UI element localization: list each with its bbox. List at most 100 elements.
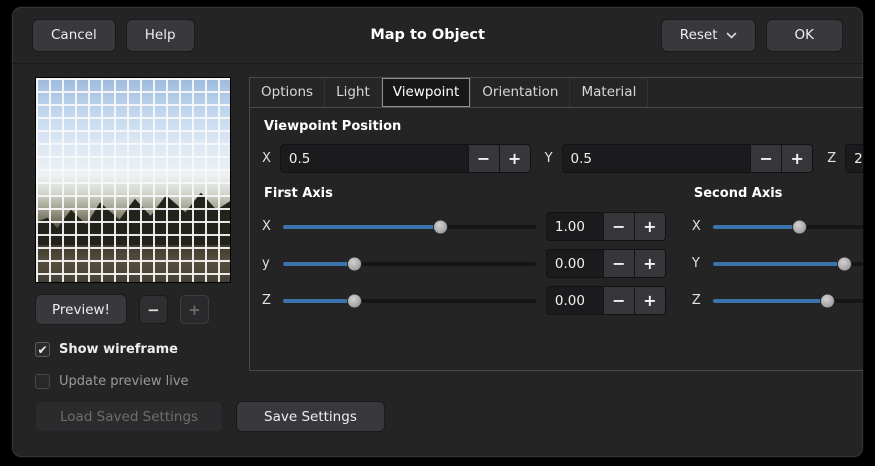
position-x-label: X — [262, 151, 271, 166]
slider-handle[interactable] — [433, 219, 448, 234]
tab-orientation[interactable]: Orientation — [471, 78, 570, 107]
slider-track — [713, 225, 864, 229]
position-z-input[interactable] — [846, 145, 864, 172]
first-axis-y-label: y — [262, 256, 273, 271]
first-axis-z-spinbox: − + — [546, 286, 666, 315]
chevron-down-icon — [726, 32, 737, 39]
update-preview-live-label: Update preview live — [59, 374, 189, 389]
position-y-spinbox: − + — [562, 144, 814, 173]
zoom-out-button[interactable]: − — [139, 295, 168, 324]
show-wireframe-label: Show wireframe — [59, 342, 178, 357]
position-x-decrement-button[interactable]: − — [468, 145, 499, 172]
map-to-object-dialog: Cancel Help Map to Object Reset OK Pre — [11, 6, 864, 458]
tab-light[interactable]: Light — [325, 78, 382, 107]
second-axis-z-slider[interactable] — [713, 286, 864, 315]
reset-label: Reset — [680, 27, 718, 43]
viewpoint-position-row: X − + Y − + — [262, 144, 864, 173]
first-axis-z-row: Z − — [262, 286, 666, 315]
first-axis-z-label: Z — [262, 293, 273, 308]
update-preview-live-row: Update preview live — [35, 374, 233, 389]
first-axis-title: First Axis — [264, 186, 666, 201]
settings-notebook: Options Light Viewpoint Orientation Mate… — [249, 77, 864, 371]
slider-handle[interactable] — [820, 293, 835, 308]
dialog-content: Preview! − + ✔ Show wireframe Update pre… — [12, 64, 863, 432]
position-x-increment-button[interactable]: + — [499, 145, 530, 172]
position-z-group: Z − + — [827, 144, 864, 173]
first-axis-y-decrement-button[interactable]: − — [603, 250, 634, 277]
cancel-button[interactable]: Cancel — [32, 19, 116, 52]
load-saved-settings-button[interactable]: Load Saved Settings — [35, 401, 223, 432]
first-axis-z-decrement-button[interactable]: − — [603, 287, 634, 314]
axes-section: First Axis X — [262, 186, 864, 323]
first-axis-x-spinbox: − + — [546, 212, 666, 241]
ok-button[interactable]: OK — [766, 19, 843, 52]
first-axis-z-increment-button[interactable]: + — [634, 287, 665, 314]
slider-handle[interactable] — [837, 256, 852, 271]
position-y-label: Y — [545, 151, 553, 166]
first-axis-y-slider[interactable] — [283, 249, 536, 278]
viewpoint-panel: Viewpoint Position X − + Y — [250, 108, 864, 335]
first-axis-x-label: X — [262, 219, 273, 234]
second-axis-x-label: X — [692, 219, 703, 234]
tab-bar: Options Light Viewpoint Orientation Mate… — [250, 78, 864, 108]
slider-handle[interactable] — [347, 256, 362, 271]
window-title: Map to Object — [195, 27, 661, 43]
reset-button[interactable]: Reset — [661, 19, 756, 52]
slider-handle[interactable] — [347, 293, 362, 308]
preview-button[interactable]: Preview! — [35, 294, 127, 325]
preview-controls-row: Preview! − + — [35, 294, 233, 325]
position-y-group: Y − + — [545, 144, 814, 173]
first-axis-z-slider[interactable] — [283, 286, 536, 315]
first-axis-y-spinbox: − + — [546, 249, 666, 278]
first-axis-x-slider[interactable] — [283, 212, 536, 241]
second-axis-x-row: X − — [692, 212, 864, 241]
slider-track — [283, 262, 536, 266]
first-axis-x-input[interactable] — [547, 213, 603, 240]
position-y-decrement-button[interactable]: − — [750, 145, 781, 172]
first-axis-section: First Axis X — [262, 186, 666, 323]
first-axis-y-increment-button[interactable]: + — [634, 250, 665, 277]
slider-fill — [283, 262, 354, 266]
first-axis-z-input[interactable] — [547, 287, 603, 314]
second-axis-y-label: Y — [692, 256, 703, 271]
slider-handle[interactable] — [792, 219, 807, 234]
tab-viewpoint[interactable]: Viewpoint — [382, 78, 471, 107]
position-y-increment-button[interactable]: + — [781, 145, 812, 172]
second-axis-title: Second Axis — [694, 186, 864, 201]
preview-image — [35, 77, 231, 283]
zoom-in-button[interactable]: + — [180, 295, 209, 324]
second-axis-y-slider[interactable] — [713, 249, 864, 278]
second-axis-section: Second Axis X — [692, 186, 864, 323]
slider-fill — [713, 225, 799, 229]
position-x-input[interactable] — [281, 145, 468, 172]
settings-buttons-row: Load Saved Settings Save Settings — [35, 401, 843, 432]
tab-material[interactable]: Material — [570, 78, 648, 107]
slider-fill — [283, 225, 440, 229]
slider-fill — [713, 262, 845, 266]
first-axis-x-increment-button[interactable]: + — [634, 213, 665, 240]
titlebar-left-actions: Cancel Help — [32, 19, 195, 52]
main-area: Preview! − + ✔ Show wireframe Update pre… — [35, 77, 843, 389]
tab-options[interactable]: Options — [250, 78, 325, 107]
slider-fill — [713, 299, 827, 303]
first-axis-x-row: X − — [262, 212, 666, 241]
save-settings-button[interactable]: Save Settings — [236, 401, 385, 432]
slider-track — [283, 225, 536, 229]
titlebar-right-actions: Reset OK — [661, 19, 843, 52]
update-preview-live-checkbox[interactable] — [35, 374, 50, 389]
slider-track — [713, 299, 864, 303]
position-z-label: Z — [827, 151, 836, 166]
first-axis-x-decrement-button[interactable]: − — [603, 213, 634, 240]
position-y-input[interactable] — [563, 145, 751, 172]
show-wireframe-checkbox[interactable]: ✔ — [35, 342, 50, 357]
viewpoint-position-title: Viewpoint Position — [264, 119, 864, 134]
first-axis-y-input[interactable] — [547, 250, 603, 277]
position-z-spinbox: − + — [845, 144, 864, 173]
show-wireframe-row: ✔ Show wireframe — [35, 342, 233, 357]
second-axis-x-slider[interactable] — [713, 212, 864, 241]
titlebar: Cancel Help Map to Object Reset OK — [12, 7, 863, 64]
position-x-group: X − + — [262, 144, 531, 173]
slider-fill — [283, 299, 354, 303]
slider-track — [713, 262, 864, 266]
help-button[interactable]: Help — [126, 19, 195, 52]
